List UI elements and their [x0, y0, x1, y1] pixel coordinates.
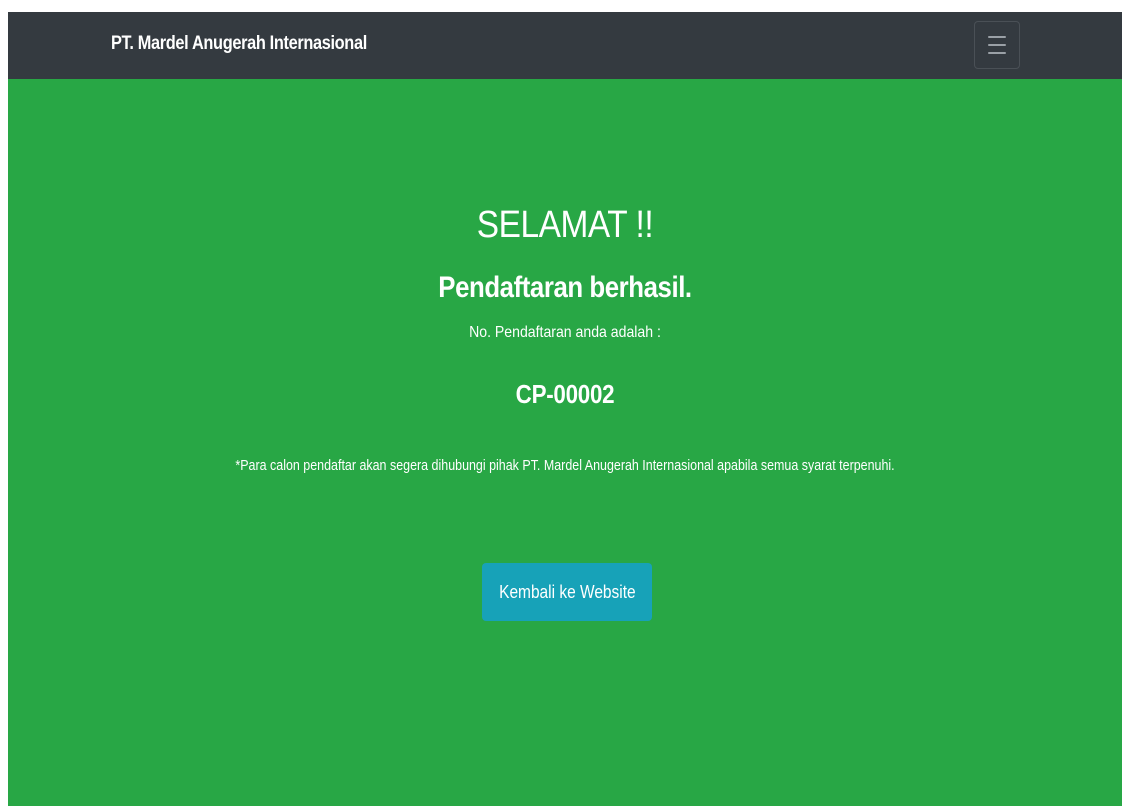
navbar-toggler-button[interactable] — [974, 21, 1020, 69]
back-to-website-button[interactable]: Kembali ke Website — [482, 563, 652, 621]
success-panel: SELAMAT !! Pendaftaran berhasil. No. Pen… — [8, 79, 1122, 806]
hamburger-menu-icon-bar — [988, 52, 1006, 54]
success-heading: SELAMAT !! — [476, 204, 654, 246]
registration-number-label: No. Pendaftaran anda adalah : — [469, 324, 661, 341]
success-subheading: Pendaftaran berhasil. — [438, 271, 692, 304]
navbar: PT. Mardel Anugerah Internasional — [8, 12, 1122, 79]
contact-note: *Para calon pendaftar akan segera dihubu… — [235, 458, 895, 474]
browser-viewport: PT. Mardel Anugerah Internasional SELAMA… — [8, 12, 1122, 806]
registration-number: CP-00002 — [515, 379, 615, 409]
hamburger-menu-icon — [988, 36, 1006, 38]
hamburger-menu-icon-bar — [988, 44, 1006, 46]
navbar-brand[interactable]: PT. Mardel Anugerah Internasional — [111, 33, 367, 55]
back-to-website-label: Kembali ke Website — [498, 581, 636, 602]
